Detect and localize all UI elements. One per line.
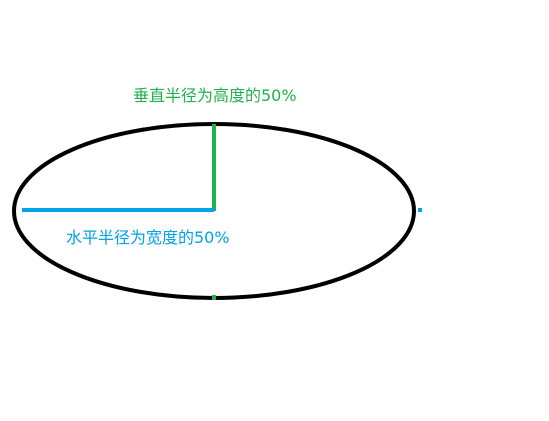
horizontal-radius-label: 水平半径为宽度的50% [66,228,230,247]
right-edge-marker [418,208,422,212]
vertical-radius-label: 垂直半径为高度的50% [133,86,297,105]
ellipse-radius-diagram [12,122,422,300]
bottom-edge-marker [212,295,216,300]
